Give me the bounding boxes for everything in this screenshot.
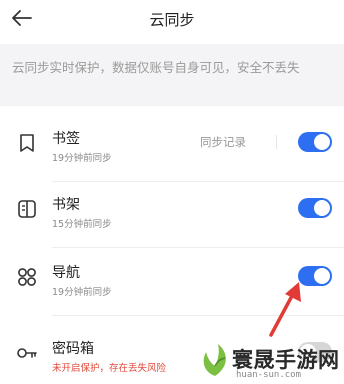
bookshelf-icon [18, 200, 36, 218]
divider [52, 247, 344, 248]
sync-notice: 云同步实时保护，数据仅账号自身可见，安全不丢失 [0, 44, 344, 106]
key-icon [17, 348, 37, 358]
divider [276, 135, 277, 149]
divider [52, 181, 344, 182]
toggle-knob [314, 268, 330, 284]
bookshelf-sync-toggle[interactable] [298, 198, 332, 218]
page-title: 云同步 [149, 11, 195, 29]
row-label: 书签 [52, 131, 80, 147]
sync-row-bookmarks: 书签 19分钟前同步 同步记录 [0, 122, 344, 182]
site-watermark: 寰晟手游网 huan-sun.com [198, 338, 344, 384]
row-warning: 未开启保护，存在丢失风险 [52, 363, 167, 374]
sync-row-bookshelf: 书架 15分钟前同步 [0, 188, 344, 248]
row-sync-time: 19分钟前同步 [52, 153, 112, 164]
row-sync-time: 15分钟前同步 [52, 219, 112, 230]
nav-grid-icon [18, 268, 36, 286]
annotation-arrow-icon [269, 282, 301, 337]
toggle-knob [314, 200, 330, 216]
row-sync-time: 19分钟前同步 [52, 287, 112, 298]
watermark-logo-icon [203, 344, 226, 376]
app-header: 云同步 [0, 0, 344, 38]
row-label: 书架 [52, 197, 80, 213]
sync-history-link[interactable]: 同步记录 [200, 134, 246, 150]
bookmark-icon [20, 134, 34, 152]
bookmarks-sync-toggle[interactable] [298, 132, 332, 152]
row-label: 导航 [52, 265, 80, 281]
toggle-knob [314, 134, 330, 150]
watermark-url: huan-sun.com [236, 370, 302, 380]
row-label: 密码箱 [52, 341, 94, 357]
